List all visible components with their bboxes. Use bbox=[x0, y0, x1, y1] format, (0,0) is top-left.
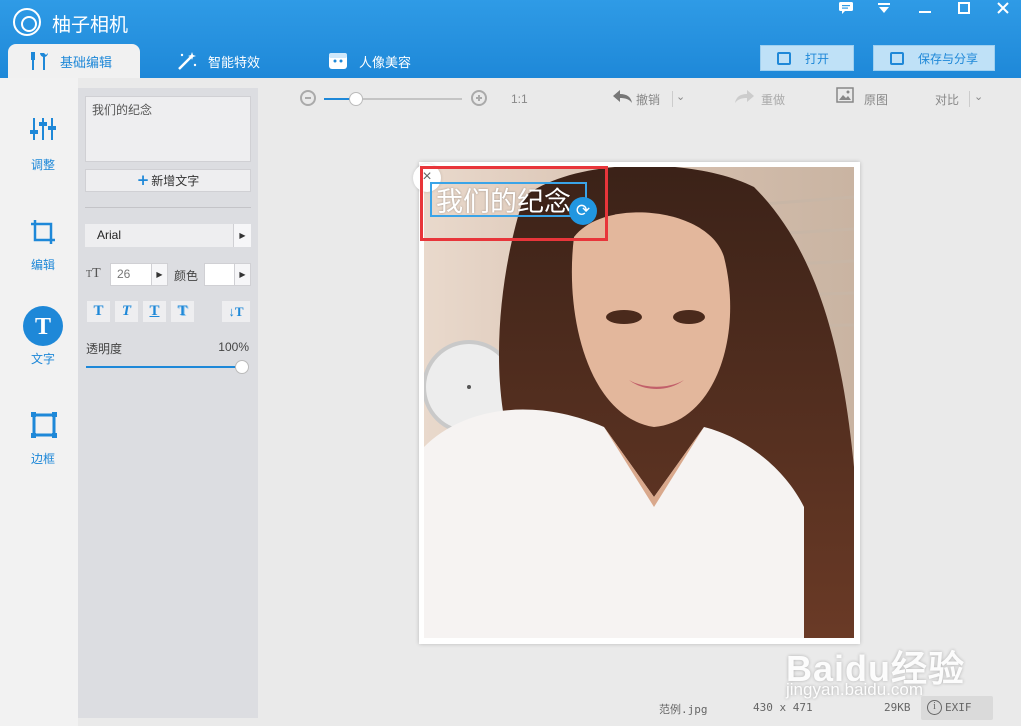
chevron-down-icon[interactable]: ⌄ bbox=[676, 90, 685, 103]
app-title: 柚子相机 bbox=[52, 14, 129, 36]
text-icon: T bbox=[23, 306, 63, 346]
tool-edit[interactable]: 编辑 bbox=[0, 212, 86, 273]
add-text-button[interactable]: + 新增文字 bbox=[85, 169, 251, 192]
zoom-in-icon[interactable] bbox=[471, 90, 487, 106]
text-style-italic-button[interactable]: T bbox=[115, 301, 138, 322]
add-text-label: 新增文字 bbox=[151, 174, 200, 188]
tool-text-label: 文字 bbox=[30, 352, 55, 366]
text-direction-button[interactable]: ↓T bbox=[222, 301, 250, 322]
watermark-url: jingyan.baidu.com bbox=[786, 680, 924, 699]
color-label: 颜色 bbox=[174, 269, 199, 283]
zoom-slider-handle[interactable] bbox=[349, 92, 363, 106]
dropdown-menu-icon[interactable] bbox=[871, 0, 897, 20]
minimize-button[interactable] bbox=[912, 0, 938, 20]
tool-sidebar: 调整 编辑 T 文字 边框 bbox=[0, 78, 78, 726]
text-content-input[interactable]: 我们的纪念 bbox=[85, 96, 251, 162]
tab-smart-effects[interactable]: 智能特效 bbox=[176, 44, 260, 78]
text-style-shadow-button[interactable]: T bbox=[171, 301, 194, 322]
tab-basic-edit[interactable]: 基础编辑 bbox=[8, 44, 141, 78]
frame-icon bbox=[23, 406, 63, 446]
compare-label[interactable]: 对比 bbox=[935, 91, 959, 108]
magic-wand-icon bbox=[176, 50, 198, 72]
undo-icon[interactable] bbox=[611, 87, 633, 110]
toolbar-separator bbox=[672, 91, 673, 107]
portrait-icon bbox=[327, 50, 349, 72]
undo-label[interactable]: 撤销 bbox=[636, 91, 660, 108]
font-select-value: Arial bbox=[97, 228, 122, 242]
text-settings-panel: 我们的纪念 + 新增文字 Arial ▶ TT 26 ▶ 颜色 ▶ T T T T… bbox=[78, 88, 258, 718]
redo-icon[interactable] bbox=[734, 87, 756, 110]
app-logo-icon bbox=[13, 8, 41, 36]
tool-text[interactable]: T 文字 bbox=[0, 306, 86, 367]
tab-portrait-beauty-label: 人像美容 bbox=[359, 55, 412, 71]
zoom-ratio[interactable]: 1:1 bbox=[511, 92, 528, 106]
opacity-slider-handle[interactable] bbox=[235, 360, 249, 374]
opacity-slider-track[interactable] bbox=[86, 366, 244, 368]
original-image-icon[interactable] bbox=[836, 87, 854, 108]
tool-border[interactable]: 边框 bbox=[0, 406, 86, 467]
title-bar: 柚子相机 基础编辑 智能特效 人像美容 打开 保存与分享 bbox=[0, 0, 1021, 78]
chevron-right-icon[interactable]: ▶ bbox=[151, 264, 167, 285]
open-button-label: 打开 bbox=[805, 51, 830, 66]
status-filesize: 29KB bbox=[884, 701, 911, 714]
export-icon bbox=[890, 51, 904, 65]
tool-adjust-label: 调整 bbox=[30, 158, 55, 172]
panel-divider bbox=[85, 207, 251, 208]
menu-icon[interactable] bbox=[833, 0, 859, 20]
tab-smart-effects-label: 智能特效 bbox=[208, 55, 261, 71]
opacity-value: 100% bbox=[218, 340, 249, 354]
highlight-annotation bbox=[420, 166, 608, 241]
tool-border-label: 边框 bbox=[30, 452, 55, 466]
status-filename: 范例.jpg bbox=[659, 703, 708, 716]
save-share-button[interactable]: 保存与分享 bbox=[873, 45, 995, 71]
crop-icon bbox=[23, 212, 63, 252]
close-button[interactable] bbox=[990, 0, 1016, 20]
font-size-icon: TT bbox=[86, 266, 101, 281]
toolbar-separator bbox=[969, 91, 970, 107]
svg-text:T: T bbox=[35, 314, 51, 340]
sliders-icon bbox=[23, 112, 63, 152]
exif-button[interactable]: i EXIF bbox=[921, 696, 993, 720]
tool-edit-label: 编辑 bbox=[30, 258, 55, 272]
wrench-icon bbox=[28, 50, 50, 72]
chevron-right-icon[interactable]: ▶ bbox=[233, 224, 251, 247]
tab-portrait-beauty[interactable]: 人像美容 bbox=[327, 44, 411, 78]
status-dimensions: 430 x 471 bbox=[753, 701, 813, 714]
tab-basic-edit-label: 基础编辑 bbox=[60, 55, 113, 71]
redo-label[interactable]: 重做 bbox=[761, 91, 785, 108]
text-style-bold-button[interactable]: T bbox=[87, 301, 110, 322]
zoom-out-icon[interactable] bbox=[300, 90, 316, 106]
exif-label: EXIF bbox=[945, 701, 972, 714]
opacity-label: 透明度 bbox=[86, 342, 123, 356]
save-share-button-label: 保存与分享 bbox=[918, 51, 979, 66]
font-size-field[interactable]: 26 ▶ bbox=[110, 263, 168, 286]
image-icon bbox=[777, 51, 791, 65]
text-style-underline-button[interactable]: T bbox=[143, 301, 166, 322]
chevron-right-icon[interactable]: ▶ bbox=[234, 264, 250, 285]
font-select[interactable]: Arial ▶ bbox=[85, 224, 251, 247]
chevron-down-icon[interactable]: ⌄ bbox=[974, 90, 983, 103]
plus-icon: + bbox=[136, 171, 150, 189]
info-icon: i bbox=[927, 700, 942, 715]
original-label[interactable]: 原图 bbox=[864, 91, 888, 108]
font-size-value: 26 bbox=[117, 267, 131, 281]
color-picker[interactable]: ▶ bbox=[204, 263, 251, 286]
open-button[interactable]: 打开 bbox=[760, 45, 854, 71]
tool-adjust[interactable]: 调整 bbox=[0, 112, 86, 173]
maximize-button[interactable] bbox=[951, 0, 977, 20]
